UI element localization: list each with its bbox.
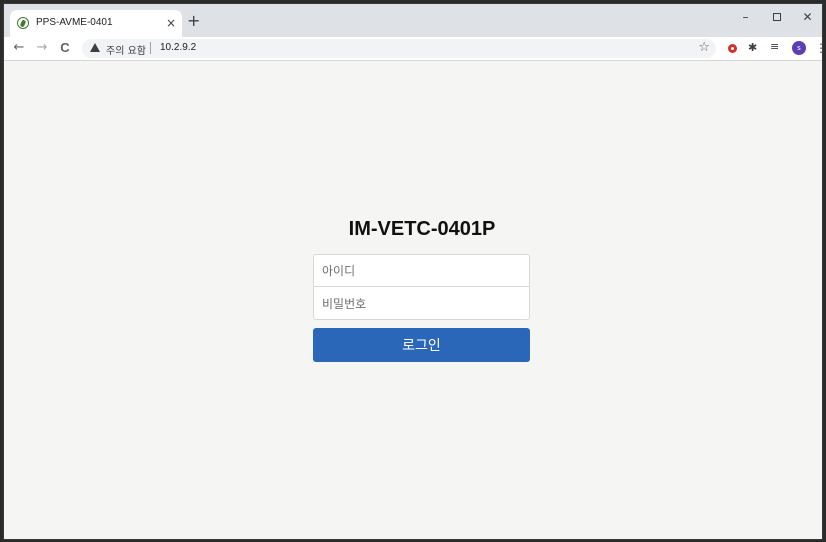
tab-close-icon[interactable]: ×	[166, 16, 176, 30]
extensions-puzzle-icon[interactable]: ✱	[748, 41, 757, 54]
tab-active[interactable]: PPS-AVME-0401 ×	[10, 10, 182, 37]
reload-button[interactable]: C	[57, 40, 73, 56]
page-content: IM-VETC-0401P 아이디 비밀번호 로그인	[4, 61, 822, 539]
bookmark-star-icon[interactable]: ☆	[698, 40, 710, 56]
address-bar[interactable]: 주의 요함 10.2.9.2 ☆	[82, 39, 716, 58]
new-tab-button[interactable]: +	[187, 13, 200, 29]
maximize-icon	[772, 13, 781, 21]
close-window-button[interactable]: ✕	[793, 4, 822, 30]
omnibox-divider	[150, 42, 151, 54]
page-title: IM-VETC-0401P	[348, 218, 496, 240]
forward-button[interactable]: →	[34, 40, 50, 56]
window-controls: – ✕	[729, 4, 822, 32]
security-status[interactable]: 주의 요함	[106, 42, 146, 57]
tab-title: PPS-AVME-0401	[36, 17, 113, 28]
reading-list-icon[interactable]: ≡	[770, 40, 779, 53]
record-extension-icon[interactable]	[728, 44, 737, 53]
url-text[interactable]: 10.2.9.2	[160, 42, 196, 53]
maximize-button[interactable]	[762, 4, 791, 30]
password-field[interactable]: 비밀번호	[313, 287, 530, 320]
browser-toolbar: ← → C 주의 요함 10.2.9.2 ☆ ✱ ≡ s ⋮	[4, 37, 822, 61]
tab-strip: PPS-AVME-0401 × + – ✕	[4, 4, 822, 37]
warning-icon[interactable]	[90, 43, 100, 52]
back-button[interactable]: ←	[11, 40, 27, 56]
browser-window: PPS-AVME-0401 × + – ✕ ← → C 주의 요함 10.2.9…	[3, 3, 823, 540]
profile-avatar[interactable]: s	[792, 41, 806, 55]
leaf-icon	[17, 17, 29, 29]
id-field[interactable]: 아이디	[313, 254, 530, 287]
minimize-button[interactable]: –	[731, 4, 760, 30]
browser-menu-icon[interactable]: ⋮	[815, 40, 822, 56]
login-button[interactable]: 로그인	[313, 328, 530, 362]
